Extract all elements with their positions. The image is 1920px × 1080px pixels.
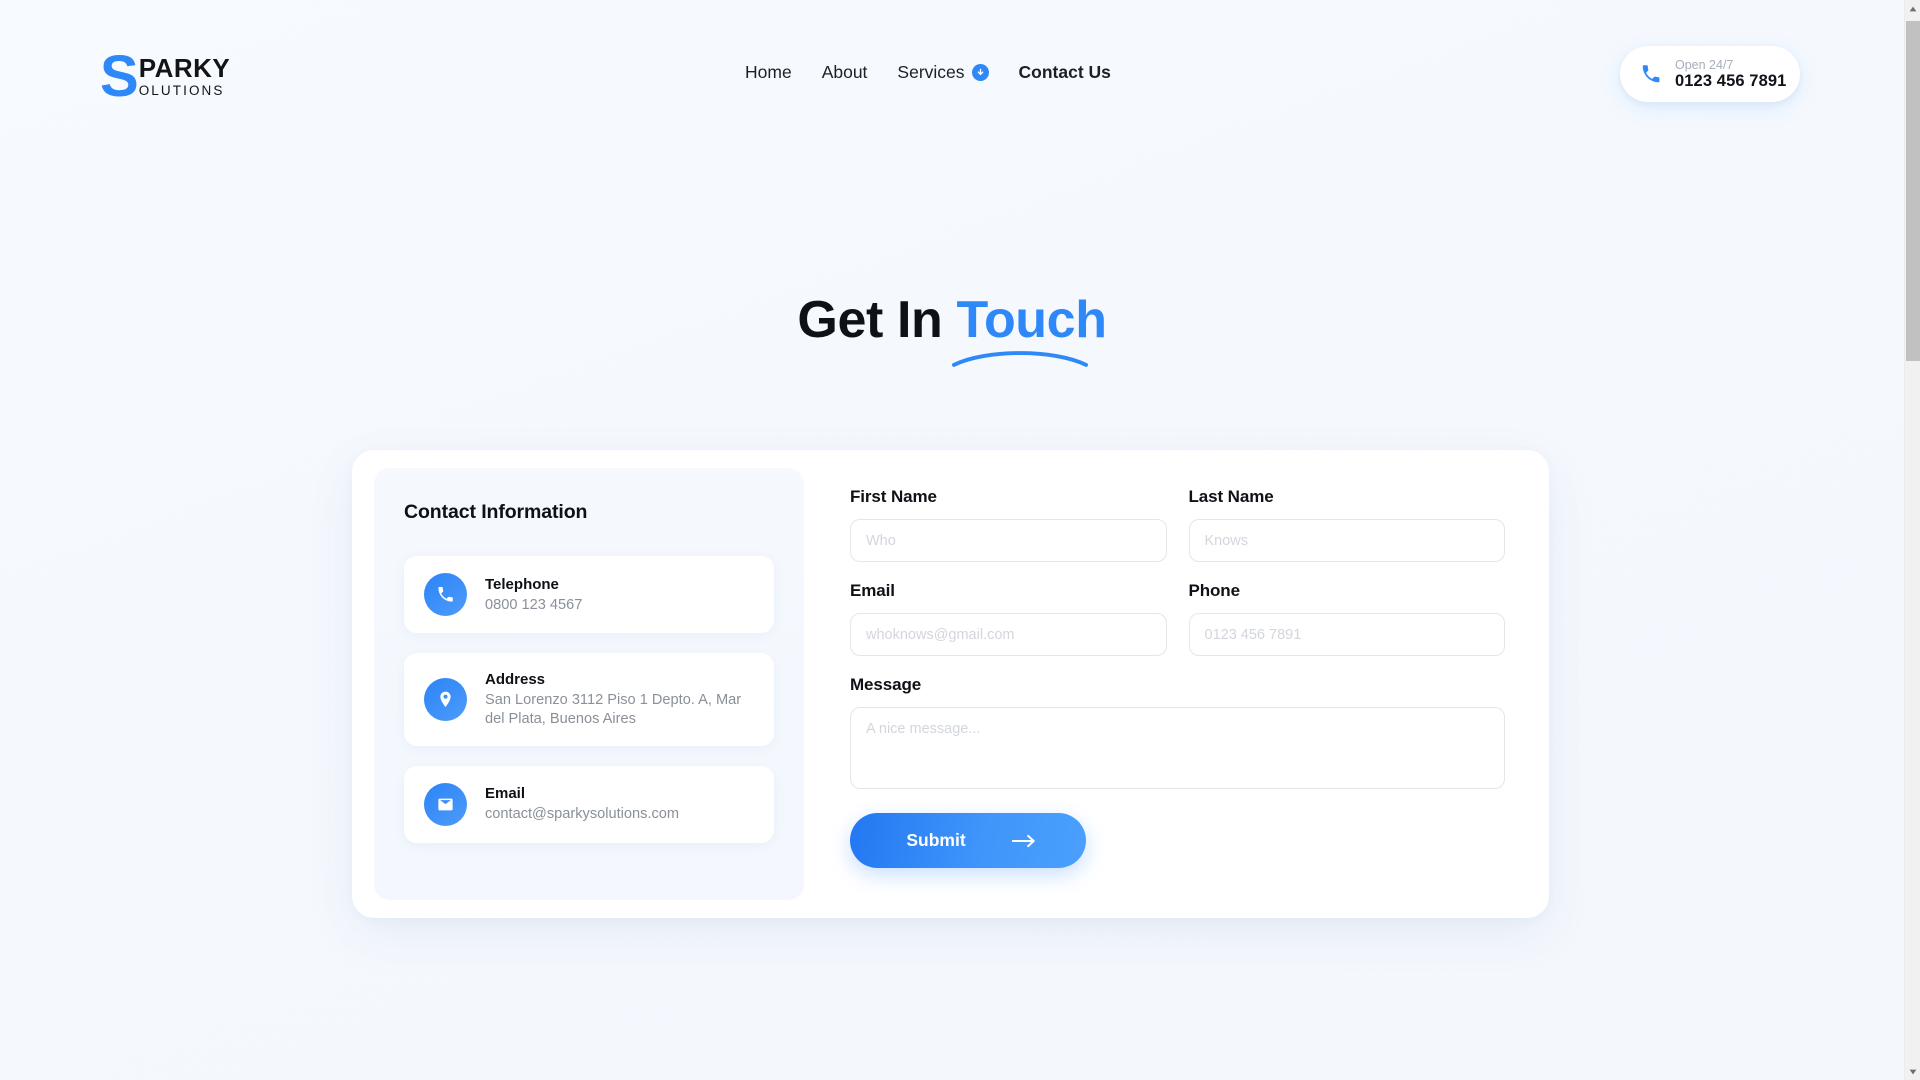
header-phone-text: Open 24/7 0123 456 7891 bbox=[1675, 58, 1786, 90]
scroll-down-arrow-icon[interactable] bbox=[1905, 1063, 1920, 1080]
phone-input[interactable] bbox=[1188, 613, 1505, 656]
form-group-first-name: First Name bbox=[850, 487, 1167, 562]
form-group-message: Message bbox=[850, 675, 1505, 794]
contact-info-label: Telephone bbox=[485, 575, 559, 593]
email-input[interactable] bbox=[850, 613, 1167, 656]
brand-logo[interactable]: S PARKY OLUTIONS bbox=[100, 44, 231, 109]
phone-icon bbox=[1640, 63, 1662, 85]
envelope-icon bbox=[424, 782, 467, 826]
page-title-accent-wrap: Touch bbox=[952, 290, 1107, 367]
page-scrollbar[interactable] bbox=[1904, 0, 1920, 1080]
scroll-up-arrow-icon[interactable] bbox=[1905, 0, 1920, 17]
contact-info-item-telephone[interactable]: Telephone 0800 123 4567 bbox=[404, 556, 774, 633]
first-name-input[interactable] bbox=[850, 519, 1167, 562]
nav-item-about[interactable]: About bbox=[822, 62, 868, 83]
form-row-names: First Name Last Name bbox=[850, 487, 1505, 581]
contact-card: Contact Information Telephone 0800 123 4… bbox=[352, 450, 1549, 918]
form-group-email: Email bbox=[850, 581, 1167, 656]
nav-item-services-label: Services bbox=[897, 62, 965, 82]
map-pin-icon bbox=[424, 677, 467, 721]
header-phone-pill[interactable]: Open 24/7 0123 456 7891 bbox=[1620, 46, 1800, 102]
page-title: Get In Touch bbox=[0, 290, 1904, 367]
form-row-contact: Email Phone bbox=[850, 581, 1505, 675]
contact-information-panel: Contact Information Telephone 0800 123 4… bbox=[374, 468, 804, 900]
nav-item-contact-us[interactable]: Contact Us bbox=[1019, 62, 1111, 83]
submit-button-label: Submit bbox=[906, 830, 966, 850]
last-name-input[interactable] bbox=[1188, 519, 1505, 562]
logo-mark: S bbox=[100, 44, 139, 109]
arrow-right-icon bbox=[1011, 834, 1036, 848]
contact-info-value: 0800 123 4567 bbox=[485, 596, 583, 613]
nav-item-services[interactable]: Services bbox=[897, 62, 989, 83]
contact-info-value: contact@sparkysolutions.com bbox=[485, 806, 680, 823]
submit-button[interactable]: Submit bbox=[850, 813, 1086, 868]
first-name-label: First Name bbox=[850, 487, 937, 506]
phone-label: Phone bbox=[1188, 581, 1241, 600]
page-title-plain: Get In bbox=[797, 291, 943, 349]
underline-swoosh-icon bbox=[952, 351, 1089, 367]
logo-wordmark: PARKY OLUTIONS bbox=[139, 55, 231, 98]
contact-info-value: San Lorenzo 3112 Piso 1 Depto. A, Mar de… bbox=[485, 692, 742, 727]
contact-info-label: Email bbox=[485, 785, 526, 803]
email-label: Email bbox=[850, 581, 895, 600]
phone-icon bbox=[424, 573, 467, 616]
header-phone-number: 0123 456 7891 bbox=[1675, 71, 1787, 90]
contact-form: First Name Last Name Email Phone Message bbox=[804, 450, 1549, 918]
contact-info-item-email[interactable]: Email contact@sparkysolutions.com bbox=[404, 765, 774, 843]
nav-item-home[interactable]: Home bbox=[745, 62, 792, 83]
last-name-label: Last Name bbox=[1188, 487, 1274, 506]
contact-info-label: Address bbox=[485, 671, 546, 688]
contact-info-text: Address San Lorenzo 3112 Piso 1 Depto. A… bbox=[485, 670, 743, 729]
header-phone-label: Open 24/7 bbox=[1675, 57, 1734, 72]
message-label: Message bbox=[850, 675, 922, 694]
form-group-phone: Phone bbox=[1188, 581, 1505, 656]
contact-info-text: Telephone 0800 123 4567 bbox=[485, 575, 582, 615]
contact-information-heading: Contact Information bbox=[404, 501, 588, 523]
contact-info-text: Email contact@sparkysolutions.com bbox=[485, 784, 679, 824]
scrollbar-thumb[interactable] bbox=[1906, 21, 1920, 361]
page-title-accent: Touch bbox=[956, 291, 1107, 349]
logo-word-top: PARKY bbox=[138, 53, 231, 83]
contact-info-item-address[interactable]: Address San Lorenzo 3112 Piso 1 Depto. A… bbox=[404, 653, 774, 746]
site-header: S PARKY OLUTIONS Home About Services Con… bbox=[0, 0, 1904, 148]
message-textarea[interactable] bbox=[850, 707, 1505, 789]
logo-word-bottom: OLUTIONS bbox=[138, 82, 225, 98]
form-group-last-name: Last Name bbox=[1188, 487, 1505, 562]
chevron-down-icon[interactable] bbox=[971, 64, 989, 81]
main-navigation: Home About Services Contact Us bbox=[745, 62, 1111, 83]
